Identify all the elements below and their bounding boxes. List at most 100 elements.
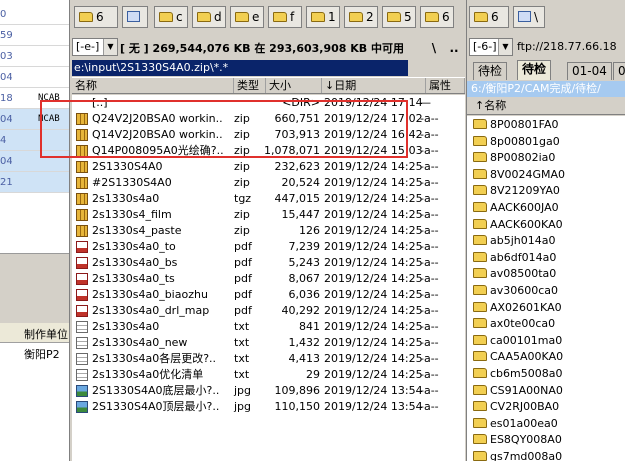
file-row[interactable]: 2S1330S4A0顶层最小?.. jpg 110,150 2019/12/24 13… [72,399,465,415]
file-name: 2s1330s4a0各层更改?.. [92,352,217,365]
file-row[interactable]: #2S1330S4A0 zip 20,524 2019/12/24 14:25 -a-- [72,175,465,191]
folder-icon [473,351,487,362]
tab-2[interactable]: 01-04 [567,62,612,80]
folder-icon [473,301,487,312]
left-info-bar: [-e-] ▼ [ 无 ] 269,544,076 KB 在 293,603,90… [72,36,465,58]
network-drive-button[interactable] [122,6,148,28]
pdf-file-icon [76,305,88,317]
folder-row[interactable]: 8P00802ia0 [467,149,625,166]
file-row[interactable]: 2s1330s4a0_biaozhu pdf 6,036 2019/12/24 14:… [72,287,465,303]
file-row[interactable]: 2s1330s4a0_new txt 1,432 2019/12/24 14:25 -a… [72,335,465,351]
folder-row[interactable]: ab6df014a0 [467,249,625,266]
file-attr: -a-- [420,336,439,349]
file-row[interactable]: 2s1330s4a0_to pdf 7,239 2019/12/24 14:25 -a-… [72,239,465,255]
folder-row[interactable]: ca00101ma0 [467,332,625,349]
folder-row[interactable]: CS91A00NA0 [467,382,625,399]
file-type: zip [234,208,250,221]
file-row[interactable]: 2s1330s4a0_drl_map pdf 40,292 2019/12/24 14… [72,303,465,319]
col-date[interactable]: ↓日期 [322,78,426,93]
folder-row[interactable]: cb6m5008a0 [467,365,625,382]
folder-row[interactable]: CAA5A00KA0 [467,348,625,365]
file-row[interactable]: [..] <DIR> 2019/12/24 17:14— [72,95,465,111]
drive-button-d[interactable]: d [192,6,226,28]
txt-file-icon [76,353,88,365]
folder-row[interactable]: 8V21209YA0 [467,182,625,199]
drive-label: f [290,10,295,24]
tab-3[interactable]: 0 [613,62,625,80]
left-drive-select[interactable]: [-e-] ▼ [72,38,118,56]
file-row[interactable]: 2s1330s4a0优化清单 txt 29 2019/12/24 14:25 -a-- [72,367,465,383]
file-row[interactable]: Q24V2J20BSA0 workin.. zip 660,751 2019/12/2… [72,111,465,127]
folder-row[interactable]: 8V0024GMA0 [467,166,625,183]
file-date: 2019/12/24 13:54 [324,384,423,397]
file-type: zip [234,144,250,157]
tab-0[interactable]: 待检 [473,62,508,80]
drive-button-5[interactable]: 5 [382,6,416,28]
file-row[interactable]: 2s1330s4_paste zip 126 2019/12/24 14:25 -a-- [72,223,465,239]
file-size: 8,067 [288,272,321,285]
sheet-cell: NCAB [38,114,60,124]
drive-button-2[interactable]: 2 [344,6,378,28]
drive-button-f[interactable]: f [268,6,302,28]
folder-row[interactable]: gs7md008a0 [467,448,625,461]
col-name[interactable]: 名称 [72,78,234,93]
right-drive-count-button[interactable]: 6 [469,6,509,28]
folder-row[interactable]: AX02601KA0 [467,299,625,316]
drive-button-e[interactable]: e [230,6,264,28]
file-date: 2019/12/24 14:25 [324,256,423,269]
folder-name: CS91A00NA0 [490,383,563,397]
file-row[interactable]: 2s1330s4a0各层更改?.. txt 4,413 2019/12/24 14:2… [72,351,465,367]
folder-row[interactable]: av30600ca0 [467,282,625,299]
file-row[interactable]: Q14P008095A0光绘确?.. zip 1,078,071 2019/12/24… [72,143,465,159]
up-button[interactable]: .. [446,40,462,56]
sheet-row: 0 [0,4,69,25]
file-row[interactable]: 2S1330S4A0 zip 232,623 2019/12/24 14:25 -a-- [72,159,465,175]
left-path-bar[interactable]: e:\input\2S1330S4A0.zip\*.* [72,60,408,76]
folder-name: 8P00801FA0 [490,118,559,131]
file-name: 2s1330s4a0_bs [92,256,178,269]
sheet-cell: 04 [0,72,12,83]
file-name: #2S1330S4A0 [92,176,172,189]
folder-row[interactable]: 8p00801ga0 [467,133,625,150]
folder-row[interactable]: AACK600KA0 [467,216,625,233]
folder-icon [473,235,487,246]
folder-row[interactable]: AACK600JA0 [467,199,625,216]
folder-name: 8p00801ga0 [490,134,560,148]
file-row[interactable]: 2s1330s4a0_bs pdf 5,243 2019/12/24 14:25 -a-… [72,255,465,271]
folder-row[interactable]: ab5jh014a0 [467,232,625,249]
file-date: 2019/12/24 14:25 [324,352,423,365]
right-drive-select[interactable]: [-6-] ▼ [469,38,513,56]
root-button[interactable]: \ [426,40,442,56]
folder-row[interactable]: 8P00801FA0 [467,116,625,133]
col-attr[interactable]: 属性 [426,78,465,93]
drive-button-6[interactable]: 6 [420,6,454,28]
file-type: pdf [234,272,252,285]
col-type[interactable]: 类型 [234,78,266,93]
file-row[interactable]: 2s1330s4_film zip 15,447 2019/12/24 14:25 -a… [72,207,465,223]
file-row[interactable]: 2S1330S4A0底层最小?.. jpg 109,896 2019/12/24 13… [72,383,465,399]
file-row[interactable]: 2s1330s4a0 txt 841 2019/12/24 14:25 -a-- [72,319,465,335]
file-row[interactable]: 2s1330s4a0_ts pdf 8,067 2019/12/24 14:25 -a-… [72,271,465,287]
drive-button-c[interactable]: c [154,6,188,28]
right-column-header[interactable]: ↑名称 [467,98,625,115]
right-path-bar[interactable]: 6:/衡阳P2/CAM完成/待检/ [467,81,625,97]
file-row[interactable]: 2s1330s4a0 tgz 447,015 2019/12/24 14:25 -a-- [72,191,465,207]
tab-1[interactable]: 待检 [517,60,552,80]
folder-row[interactable]: ax0te00ca0 [467,315,625,332]
folder-row[interactable]: ES8QY008A0 [467,431,625,448]
folder-row[interactable]: CV2RJ00BA0 [467,398,625,415]
right-network-drive-button[interactable]: \ [513,6,545,28]
folder-name: ca00101ma0 [490,333,563,347]
col-size[interactable]: 大小 [266,78,322,93]
folder-row[interactable]: es01a00ea0 [467,415,625,432]
file-name: Q14V2J20BSA0 workin.. [92,128,223,141]
drive-button-1[interactable]: 1 [306,6,340,28]
file-row[interactable]: Q14V2J20BSA0 workin.. zip 703,913 2019/12/2… [72,127,465,143]
folder-row[interactable]: av08500ta0 [467,265,625,282]
left-drive-count-button[interactable]: 6 [74,6,118,28]
file-attr: -a-- [420,224,439,237]
file-name: Q24V2J20BSA0 workin.. [92,112,223,125]
folder-name: 8P00802ia0 [490,151,556,165]
file-type: txt [234,336,250,349]
file-date: 2019/12/24 14:25 [324,288,423,301]
